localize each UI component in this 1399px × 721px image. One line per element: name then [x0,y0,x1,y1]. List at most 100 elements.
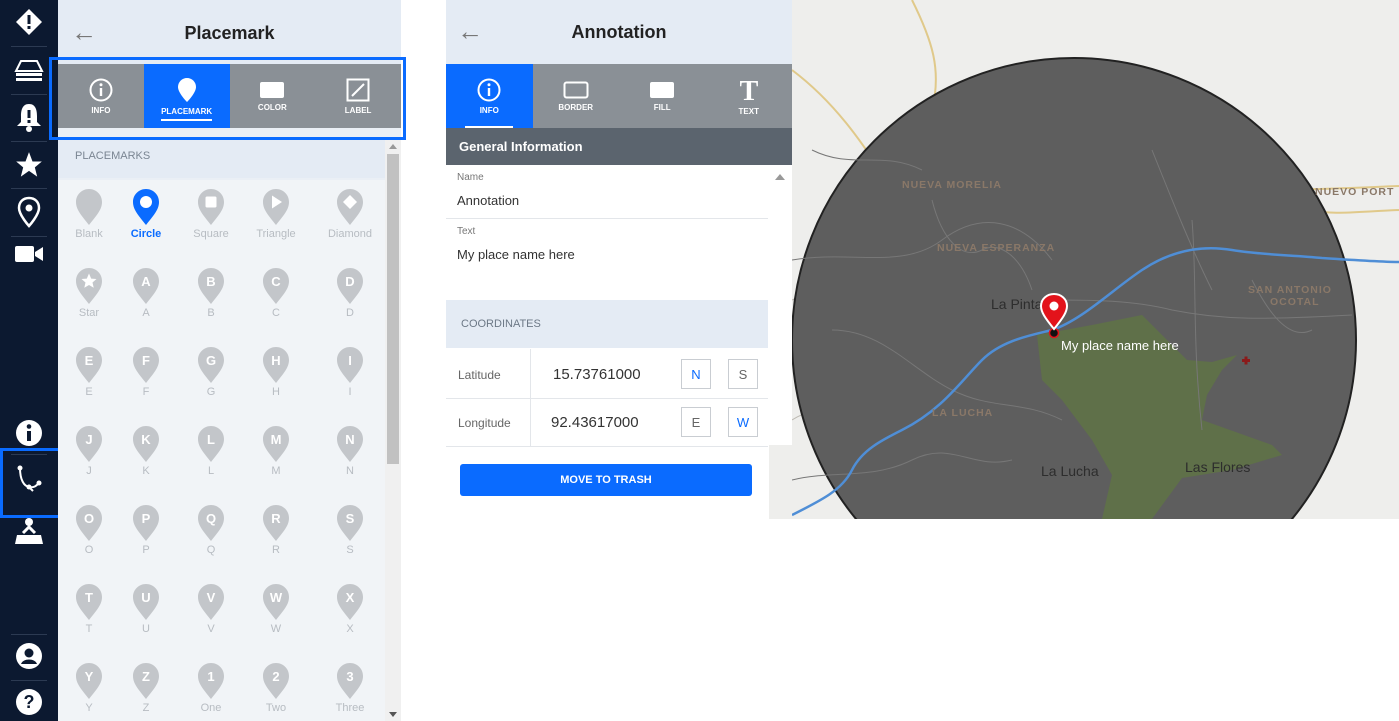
placemark-option[interactable]: AA [116,267,176,319]
placemark-pin-icon: S [337,505,363,541]
placemark-option[interactable]: FF [116,346,176,398]
placemark-option[interactable]: 3 Three [320,662,380,714]
placemark-label: Triangle [256,228,296,240]
placemark-option[interactable]: Square [181,188,241,240]
info-icon[interactable] [12,416,46,450]
placemark-option[interactable]: VV [181,583,241,635]
placemark-option[interactable]: TT [59,583,119,635]
tab-text[interactable]: T TEXT [706,64,793,128]
placemark-option[interactable]: EE [59,346,119,398]
name-field[interactable]: Annotation [457,193,519,208]
placemark-glyph: R [271,511,281,526]
scrollbar-thumb[interactable] [387,154,399,464]
placemark-option[interactable]: MM [246,425,306,477]
placemark-option[interactable]: JJ [59,425,119,477]
general-info-header: General Information [446,128,792,165]
placemark-glyph: Q [206,511,216,526]
scroll-down-arrow-icon[interactable] [388,711,398,719]
placemark-pin-icon: Q [198,505,224,541]
placemark-pin-icon: K [133,426,159,462]
placemark-glyph: X [346,590,355,605]
placemark-option[interactable]: II [320,346,380,398]
placemark-pin-icon: H [263,347,289,383]
location-pin-icon[interactable] [12,195,46,229]
annotation-tabs: INFO BORDER FILL T TEXT [446,64,792,128]
placemark-option[interactable]: YY [59,662,119,714]
placemark-label: Diamond [327,228,373,240]
placemark-glyph: Y [85,669,94,684]
bell-alert-icon[interactable] [12,100,46,134]
placemark-option[interactable]: Triangle [246,188,306,240]
placemark-option[interactable]: XX [320,583,380,635]
placemark-grid: Blank Circle Square Triangle Diamond Star A A B B… [58,180,385,721]
placemark-option[interactable]: QQ [181,504,241,556]
longitude-field[interactable]: 92.43617000 [551,414,639,431]
placemark-glyph: N [345,432,354,447]
alert-diamond-icon[interactable] [12,5,46,39]
tabs-highlight [49,57,406,140]
placemark-pin-icon: P [133,505,159,541]
tab-info[interactable]: INFO [446,64,533,128]
placemark-glyph: M [271,432,282,447]
map-label-las-flores: Las Flores [1185,459,1250,475]
text-field[interactable]: My place name here [457,247,575,262]
placemark-pin-icon: U [133,584,159,620]
placemark-option[interactable]: Circle [116,188,176,240]
scroll-up-arrow-icon[interactable] [774,172,786,182]
placemark-option[interactable]: KK [116,425,176,477]
placemark-pin-icon [337,189,363,225]
scroll-up-arrow-icon[interactable] [388,142,398,150]
placemark-pin-icon: L [198,426,224,462]
placemark-option[interactable]: GG [181,346,241,398]
map-label-la-lucha: La Lucha [1041,463,1099,479]
placemark-option[interactable]: RR [246,504,306,556]
latitude-north-button[interactable]: N [681,359,711,389]
placemark-option[interactable]: BB [181,267,241,319]
placemark-option[interactable]: Blank [59,188,119,240]
placemark-pin-icon: 3 [337,663,363,699]
tab-border[interactable]: BORDER [533,64,620,128]
placemark-option[interactable]: PP [116,504,176,556]
placemark-option[interactable]: 1 One [181,662,241,714]
video-camera-icon[interactable] [12,237,46,271]
placemark-option[interactable]: CC [246,267,306,319]
map-view[interactable]: NUEVA MORELIA NUEVA ESPERANZA NUEVO PORT… [792,0,1399,519]
longitude-label: Longitude [458,416,511,430]
placemark-header: ← Placemark [58,0,401,64]
placemark-option[interactable]: DD [320,267,380,319]
user-account-icon[interactable] [12,639,46,673]
longitude-east-button[interactable]: E [681,407,711,437]
layers-icon[interactable] [12,53,46,87]
placemarks-section-header: PLACEMARKS [58,140,385,178]
map-canvas[interactable]: NUEVA MORELIA NUEVA ESPERANZA NUEVO PORT… [792,0,1399,519]
placemark-option[interactable]: UU [116,583,176,635]
placemark-option[interactable]: WW [246,583,306,635]
map-label-san-antonio: SAN ANTONIO [1248,284,1332,296]
help-icon[interactable]: ? [12,685,46,719]
map-label-ocotal: OCOTAL [1270,296,1320,308]
map-label-nuevo-port: NUEVO PORT [1315,186,1394,198]
placemark-glyph: I [348,353,352,368]
svg-text:T: T [739,77,758,103]
star-icon[interactable] [12,148,46,182]
placemark-label: B [207,307,215,319]
placemark-option[interactable]: NN [320,425,380,477]
latitude-south-button[interactable]: S [728,359,758,389]
tab-fill[interactable]: FILL [619,64,706,128]
longitude-west-button[interactable]: W [728,407,758,437]
placemark-option[interactable]: OO [59,504,119,556]
person-map-icon[interactable] [12,514,46,548]
placemark-option[interactable]: SS [320,504,380,556]
move-to-trash-button[interactable]: MOVE TO TRASH [460,464,752,496]
placemark-option[interactable]: Diamond [320,188,380,240]
placemark-option[interactable]: 2 Two [246,662,306,714]
placemark-pin-icon: J [76,426,102,462]
placemark-option[interactable]: Star [59,267,119,319]
placemark-option[interactable]: HH [246,346,306,398]
placemark-option[interactable]: ZZ [116,662,176,714]
placemark-glyph: 3 [346,669,353,684]
latitude-field[interactable]: 15.73761000 [553,366,641,383]
placemark-option[interactable]: LL [181,425,241,477]
map-edge [769,445,792,519]
placemark-scrollbar[interactable] [385,140,401,721]
